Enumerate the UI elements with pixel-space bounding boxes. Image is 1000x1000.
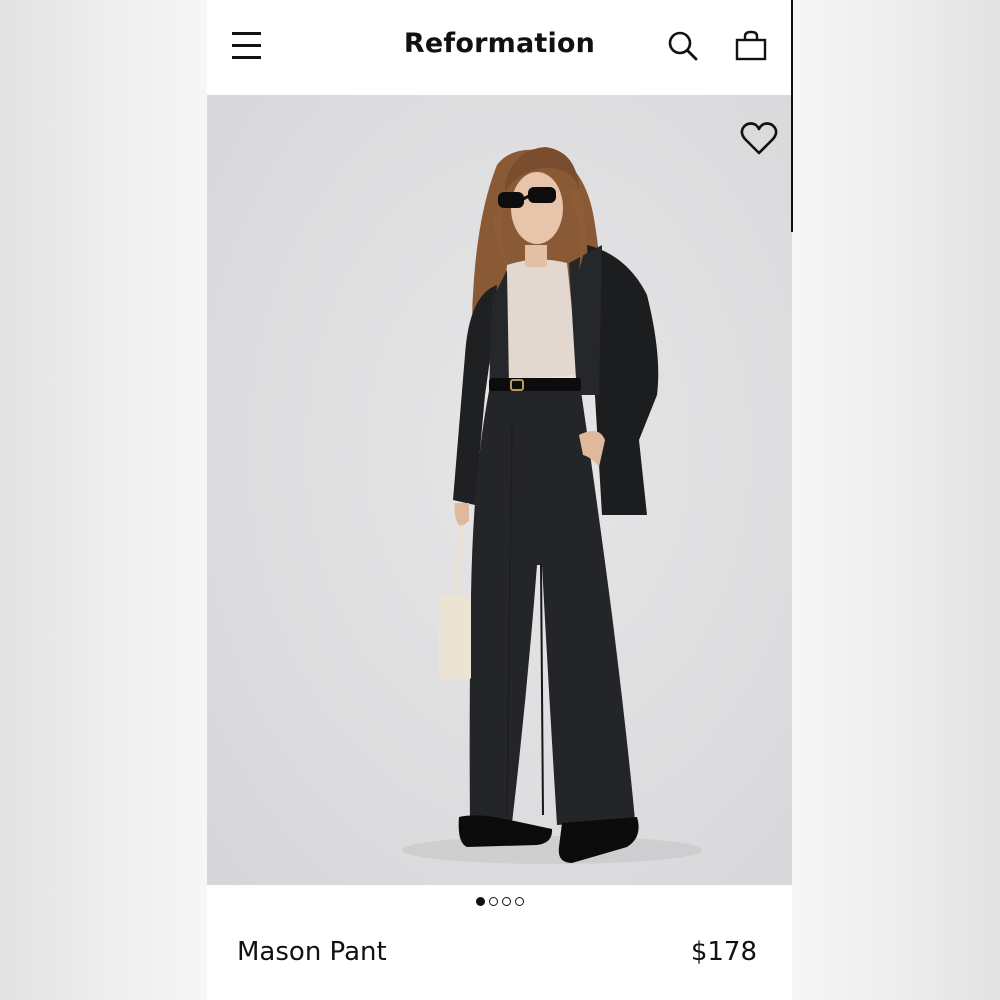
image-pagination [207, 897, 792, 911]
model-photo [402, 147, 702, 864]
shopping-bag-icon[interactable] [734, 29, 768, 63]
product-name[interactable]: Mason Pant [237, 937, 387, 967]
product-image[interactable] [207, 95, 792, 885]
pagination-dot[interactable] [488, 897, 498, 906]
pagination-dot[interactable] [501, 897, 511, 906]
hamburger-menu-icon[interactable] [231, 30, 263, 62]
heart-outline-icon[interactable] [739, 121, 779, 157]
brand-logo[interactable]: Reformation [357, 28, 642, 59]
search-icon[interactable] [666, 29, 700, 63]
pagination-dot[interactable] [475, 897, 485, 906]
product-price: $178 [690, 937, 757, 967]
top-navigation-bar: Reformation [207, 0, 792, 95]
pagination-dot[interactable] [514, 897, 524, 906]
mobile-page: Reformation Mason Pant $178 [207, 0, 792, 1000]
scrollbar[interactable] [791, 0, 793, 232]
